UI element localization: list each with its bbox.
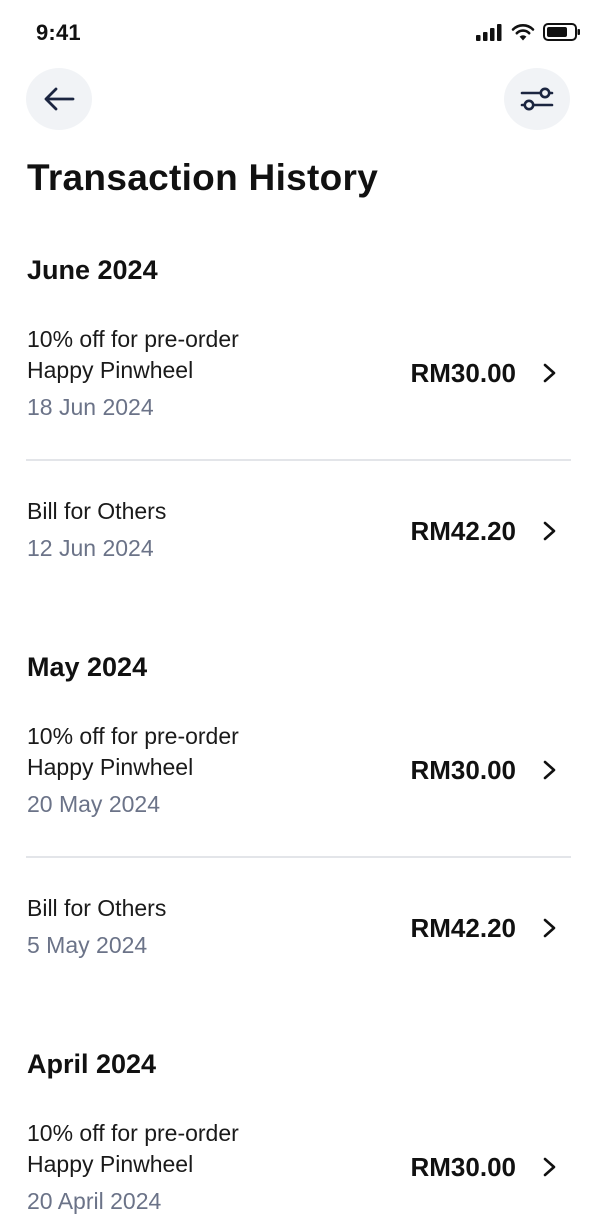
status-time: 9:41 (36, 20, 81, 45)
arrow-left-icon (44, 87, 75, 111)
top-app-bar (0, 68, 597, 132)
battery-icon (543, 23, 580, 41)
transaction-amount: RM30.00 (410, 1152, 517, 1182)
transaction-date: 20 April 2024 (27, 1188, 162, 1214)
cellular-signal-icon (476, 24, 502, 41)
transaction-date: 12 Jun 2024 (27, 535, 154, 561)
transaction-date: 5 May 2024 (27, 932, 148, 958)
transaction-title: Bill for Others (27, 895, 167, 921)
transaction-row[interactable]: 10% off for pre-order Happy Pinwheel 20 … (0, 723, 597, 823)
transaction-row[interactable]: 10% off for pre-order Happy Pinwheel 18 … (0, 326, 597, 426)
transaction-merchant: Happy Pinwheel (27, 754, 194, 780)
transaction-title: Bill for Others (27, 498, 167, 524)
chevron-right-icon (543, 363, 556, 383)
status-icons (475, 22, 581, 42)
page-title: Transaction History (27, 157, 379, 198)
transaction-amount: RM42.20 (410, 913, 517, 943)
chevron-right-icon (543, 1157, 556, 1177)
transaction-date: 20 May 2024 (27, 791, 160, 817)
transaction-date: 18 Jun 2024 (27, 394, 154, 420)
transaction-amount: RM30.00 (410, 755, 517, 785)
filter-button[interactable] (504, 68, 570, 130)
transaction-merchant: Happy Pinwheel (27, 1151, 194, 1177)
transaction-row[interactable]: 10% off for pre-order Happy Pinwheel 20 … (0, 1120, 597, 1220)
status-bar: 9:41 (0, 0, 597, 70)
sliders-filter-icon (520, 87, 554, 111)
transaction-row[interactable]: Bill for Others 12 Jun 2024 RM42.20 (0, 498, 597, 568)
month-heading: May 2024 (27, 652, 148, 682)
transaction-amount: RM30.00 (410, 358, 517, 388)
chevron-right-icon (543, 521, 556, 541)
transaction-merchant: Happy Pinwheel (27, 357, 194, 383)
transaction-title: 10% off for pre-order (27, 723, 239, 749)
transaction-title: 10% off for pre-order (27, 326, 239, 352)
month-heading: June 2024 (27, 255, 158, 285)
back-button[interactable] (26, 68, 92, 130)
divider (26, 459, 571, 461)
transaction-title: 10% off for pre-order (27, 1120, 239, 1146)
divider (26, 856, 571, 858)
wifi-icon (511, 24, 535, 41)
chevron-right-icon (543, 918, 556, 938)
transaction-amount: RM42.20 (410, 516, 517, 546)
chevron-right-icon (543, 760, 556, 780)
month-heading: April 2024 (27, 1049, 157, 1079)
transaction-row[interactable]: Bill for Others 5 May 2024 RM42.20 (0, 895, 597, 965)
